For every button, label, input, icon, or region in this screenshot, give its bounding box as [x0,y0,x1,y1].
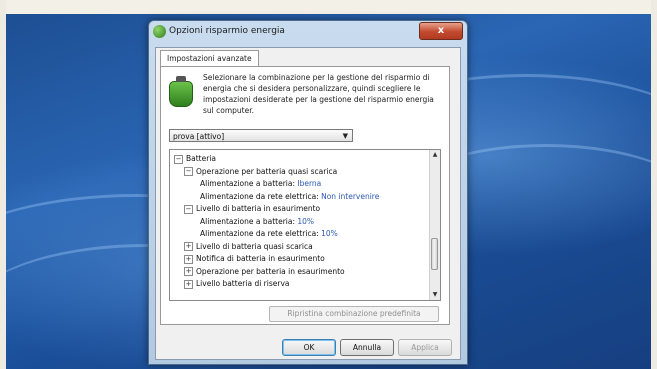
expand-icon[interactable]: + [184,254,193,264]
tree-row-label: Operazione per batteria quasi scarica [196,166,338,176]
expand-icon[interactable]: + [184,267,193,276]
tree-row[interactable]: + Notifica di batteria in esaurimento [184,253,325,264]
tree-row-label: Notifica di batteria in esaurimento [196,254,325,263]
tree-row[interactable]: Alimentazione da rete elettrica: 10% [200,228,338,239]
tree-row-value-link[interactable]: Iberna [297,179,321,188]
scroll-up-icon[interactable]: ▲ [430,150,440,160]
cancel-button[interactable]: Annulla [340,339,394,356]
tree-row-label: Livello di batteria quasi scarica [196,241,313,251]
tree-scrollbar[interactable]: ▲ ▼ [429,150,440,300]
tree-row[interactable]: − Operazione per batteria quasi scarica [184,166,337,177]
ok-button[interactable]: OK [282,339,336,356]
battery-icon [169,76,193,107]
tree-row[interactable]: Alimentazione a batteria: 10% [200,216,314,227]
expand-icon[interactable]: + [184,242,193,251]
tree-row-value-link[interactable]: 10% [297,217,314,226]
tree-row[interactable]: − Livello di batteria in esaurimento [184,203,320,214]
tree-row-label: Operazione per batteria in esaurimento [196,266,345,276]
tree-row[interactable]: + Operazione per batteria in esaurimento [184,266,345,277]
tree-row[interactable]: + Livello di batteria quasi scarica [184,241,313,252]
scroll-down-icon[interactable]: ▼ [430,290,440,300]
close-button[interactable]: x [419,22,463,40]
power-options-window: Opzioni risparmio energia x Impostazioni… [148,20,468,365]
settings-tree[interactable]: − Batteria − Operazione per batteria quasi … [169,149,441,301]
apply-button[interactable]: Applica [398,339,452,356]
title-bar[interactable]: Opzioni risparmio energia x [149,21,467,43]
tree-row-label: Alimentazione da rete elettrica: [200,191,319,201]
tree-row[interactable]: − Batteria [174,153,216,164]
tree-row[interactable]: Alimentazione da rete elettrica: Non int… [200,191,379,202]
tree-row-label: Alimentazione a batteria: [200,216,295,226]
collapse-icon[interactable]: − [174,154,183,164]
tree-row-value-link[interactable]: 10% [321,229,338,238]
tab-advanced-settings[interactable]: Impostazioni avanzate [160,50,259,67]
power-plan-select[interactable]: prova [attivo] ▼ [169,129,353,142]
tree-row-label: Batteria [186,154,216,163]
window-title: Opzioni risparmio energia [169,26,285,36]
tab-panel: Selezionare la combinazione per la gesti… [160,66,450,325]
restore-defaults-button[interactable]: Ripristina combinazione predefinita [269,306,439,322]
power-options-icon [153,25,166,38]
tree-row-label: Livello di batteria in esaurimento [196,204,321,213]
collapse-icon[interactable]: − [184,167,193,176]
dialog-client-area: Impostazioni avanzate Selezionare la com… [155,47,461,360]
tree-row[interactable]: + Livello batteria di riserva [184,278,290,289]
description-text: Selezionare la combinazione per la gesti… [203,73,434,115]
chevron-down-icon[interactable]: ▼ [343,130,348,143]
tree-row[interactable]: Alimentazione a batteria: Iberna [200,178,321,189]
scrollbar-thumb[interactable] [431,238,438,270]
collapse-icon[interactable]: − [184,204,193,214]
tree-row-label: Livello batteria di riserva [196,279,290,288]
tree-row-value-link[interactable]: Non intervenire [321,192,379,201]
power-plan-value: prova [attivo] [173,132,225,141]
tree-row-label: Alimentazione a batteria: [200,179,295,188]
expand-icon[interactable]: + [184,279,193,289]
tree-row-label: Alimentazione da rete elettrica: [200,229,319,238]
